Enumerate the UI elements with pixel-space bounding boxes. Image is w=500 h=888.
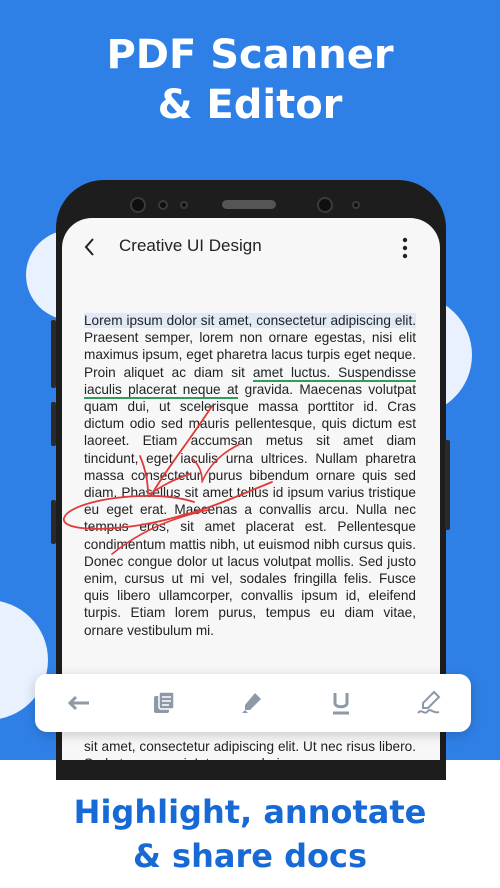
- phone-front-camera: [317, 197, 333, 213]
- tagline-line2: & share docs: [133, 837, 367, 875]
- tool-back[interactable]: [65, 689, 93, 717]
- copy-pages-icon: [154, 691, 175, 713]
- phone-sensor: [180, 201, 188, 209]
- hero-title-line1: PDF Scanner: [106, 32, 394, 78]
- phone-camera: [130, 197, 146, 213]
- phone-speaker: [222, 200, 276, 209]
- phone-volume-button: [51, 500, 56, 544]
- chevron-left-icon[interactable]: [82, 235, 98, 259]
- tagline: Highlight, annotate & share docs: [0, 790, 500, 878]
- editing-toolbar: [35, 674, 471, 732]
- phone-sensor: [352, 201, 360, 209]
- document-title: Creative UI Design: [119, 236, 262, 255]
- phone-volume-button: [51, 402, 56, 446]
- hero-title-line2: & Editor: [157, 82, 343, 128]
- highlighted-text: Lorem ipsum dolor sit amet, consectetur …: [84, 313, 416, 328]
- body-text: gravida. Maecenas volutpat quam dui, ut …: [84, 381, 416, 638]
- tool-pages[interactable]: [150, 689, 178, 717]
- hero-title: PDF Scanner & Editor: [0, 30, 500, 130]
- phone-power-button: [445, 440, 450, 530]
- phone-sensor: [158, 200, 168, 210]
- tagline-line1: Highlight, annotate: [73, 793, 427, 831]
- tool-signature[interactable]: [415, 689, 443, 717]
- highlighter-icon: [242, 693, 261, 713]
- tool-highlight[interactable]: [238, 689, 266, 717]
- underline-icon: [333, 693, 349, 715]
- app-bar: Creative UI Design: [62, 218, 440, 276]
- phone-volume-button: [51, 320, 56, 388]
- document-body-lower: sit amet, consectetur adipiscing elit. U…: [84, 739, 416, 760]
- more-vertical-icon[interactable]: [400, 236, 410, 260]
- document-body: Lorem ipsum dolor sit amet, consectetur …: [84, 312, 416, 639]
- tool-underline[interactable]: [327, 689, 355, 717]
- back-arrow-icon: [67, 695, 89, 711]
- signature-pen-icon: [417, 690, 441, 714]
